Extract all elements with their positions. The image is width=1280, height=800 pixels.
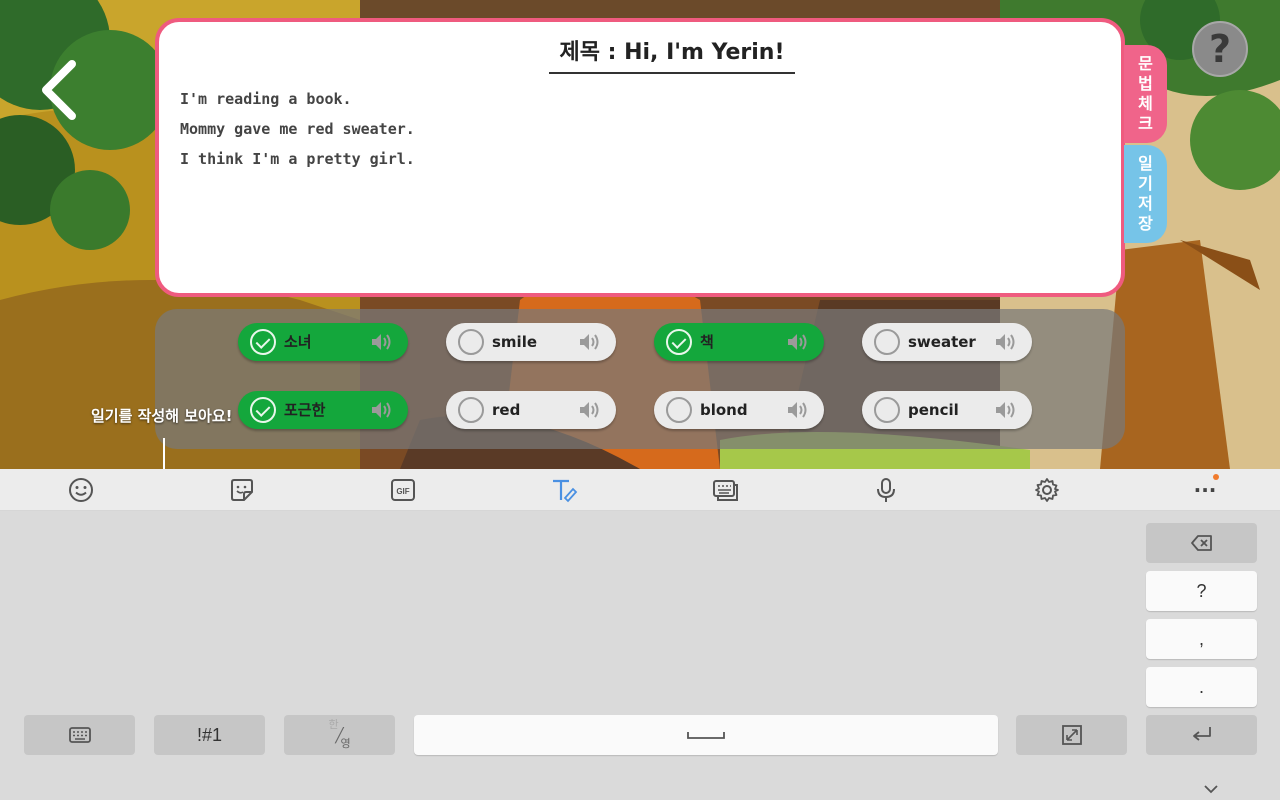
word-chip[interactable]: 포근한	[238, 391, 408, 429]
enter-icon	[1192, 727, 1211, 741]
word-chip-label: 소녀	[284, 333, 312, 351]
speaker-icon[interactable]	[578, 400, 602, 420]
word-chip[interactable]: 책	[654, 323, 824, 361]
check-icon[interactable]	[458, 397, 484, 423]
word-chip[interactable]: pencil	[862, 391, 1032, 429]
word-chip-label: smile	[492, 333, 538, 351]
speaker-icon[interactable]	[786, 400, 810, 420]
svg-text:GIF: GIF	[396, 487, 409, 496]
symbols-key[interactable]: !#1	[154, 715, 265, 755]
word-chip-panel: 소녀 smile 책 sweater 포근한 red blond pencil	[155, 309, 1125, 449]
diary-line: Mommy gave me red sweater.	[180, 120, 415, 138]
word-chip[interactable]: smile	[446, 323, 616, 361]
language-switch-key[interactable]: 한 ╱ 영	[284, 715, 395, 755]
help-icon: ?	[1208, 27, 1232, 71]
resize-key[interactable]	[1016, 715, 1127, 755]
speaker-icon[interactable]	[370, 400, 394, 420]
keyboard	[0, 511, 1280, 800]
tab-char: 법	[1138, 74, 1153, 93]
keyboard-switch-key[interactable]	[24, 715, 135, 755]
microphone-icon[interactable]	[871, 475, 901, 505]
check-icon[interactable]	[666, 397, 692, 423]
word-chip-label: sweater	[908, 333, 976, 351]
word-chip-label: red	[492, 401, 521, 419]
lang-secondary: 영	[340, 738, 351, 750]
word-chip-label: blond	[700, 401, 748, 419]
instruction-label: 일기를 작성해 보아요!	[91, 407, 233, 425]
check-icon[interactable]	[250, 329, 276, 355]
grammar-check-tab[interactable]: 문 법 체 크	[1124, 45, 1167, 143]
question-key[interactable]: ?	[1146, 571, 1257, 611]
chevron-left-icon	[42, 60, 76, 120]
check-icon[interactable]	[666, 329, 692, 355]
save-diary-tab[interactable]: 일 기 저 장	[1124, 145, 1167, 243]
tab-char: 저	[1138, 194, 1153, 213]
word-chip[interactable]: sweater	[862, 323, 1032, 361]
expand-icon	[1061, 725, 1082, 745]
diary-title: 제목 : Hi, I'm Yerin!	[549, 34, 795, 74]
comma-key[interactable]: ,	[1146, 619, 1257, 659]
help-button[interactable]: ?	[1192, 21, 1248, 77]
space-icon	[687, 732, 725, 739]
back-button[interactable]	[36, 58, 88, 122]
gif-icon[interactable]: GIF	[388, 475, 418, 505]
speaker-icon[interactable]	[994, 332, 1018, 352]
word-chip-label: 포근한	[284, 401, 326, 419]
word-chip[interactable]: red	[446, 391, 616, 429]
settings-icon[interactable]	[1032, 475, 1062, 505]
tab-char: 체	[1138, 94, 1153, 113]
sticker-icon[interactable]	[227, 475, 257, 505]
speaker-icon[interactable]	[578, 332, 602, 352]
word-chip[interactable]: blond	[654, 391, 824, 429]
handwriting-icon[interactable]	[549, 475, 579, 505]
tab-char: 장	[1138, 214, 1153, 233]
diary-card[interactable]: 제목 : Hi, I'm Yerin! I'm reading a book. …	[155, 18, 1125, 297]
check-icon[interactable]	[458, 329, 484, 355]
speaker-icon[interactable]	[786, 332, 810, 352]
backspace-icon	[1190, 535, 1212, 551]
period-key[interactable]: .	[1146, 667, 1257, 707]
keyboard-icon	[68, 727, 91, 743]
notification-dot	[1213, 474, 1219, 480]
enter-key[interactable]	[1146, 715, 1257, 755]
diary-line: I think I'm a pretty girl.	[180, 150, 415, 168]
diary-text-area[interactable]: I'm reading a book. Mommy gave me red sw…	[180, 84, 1100, 174]
check-icon[interactable]	[250, 397, 276, 423]
word-chip-label: 책	[700, 333, 714, 351]
tab-char: 크	[1138, 114, 1153, 133]
word-chip-label: pencil	[908, 401, 959, 419]
check-icon[interactable]	[874, 329, 900, 355]
chevron-down-icon[interactable]	[1200, 782, 1222, 796]
tab-char: 문	[1138, 54, 1153, 73]
tab-char: 기	[1138, 174, 1153, 193]
word-chip[interactable]: 소녀	[238, 323, 408, 361]
space-key[interactable]	[414, 715, 998, 755]
check-icon[interactable]	[874, 397, 900, 423]
emoji-icon[interactable]	[66, 475, 96, 505]
speaker-icon[interactable]	[370, 332, 394, 352]
diary-line: I'm reading a book.	[180, 90, 352, 108]
backspace-key[interactable]	[1146, 523, 1257, 563]
keyboard-layout-icon[interactable]	[710, 475, 740, 505]
speaker-icon[interactable]	[994, 400, 1018, 420]
tab-char: 일	[1138, 154, 1153, 173]
keyboard-toolbar: GIF ···	[0, 469, 1280, 511]
